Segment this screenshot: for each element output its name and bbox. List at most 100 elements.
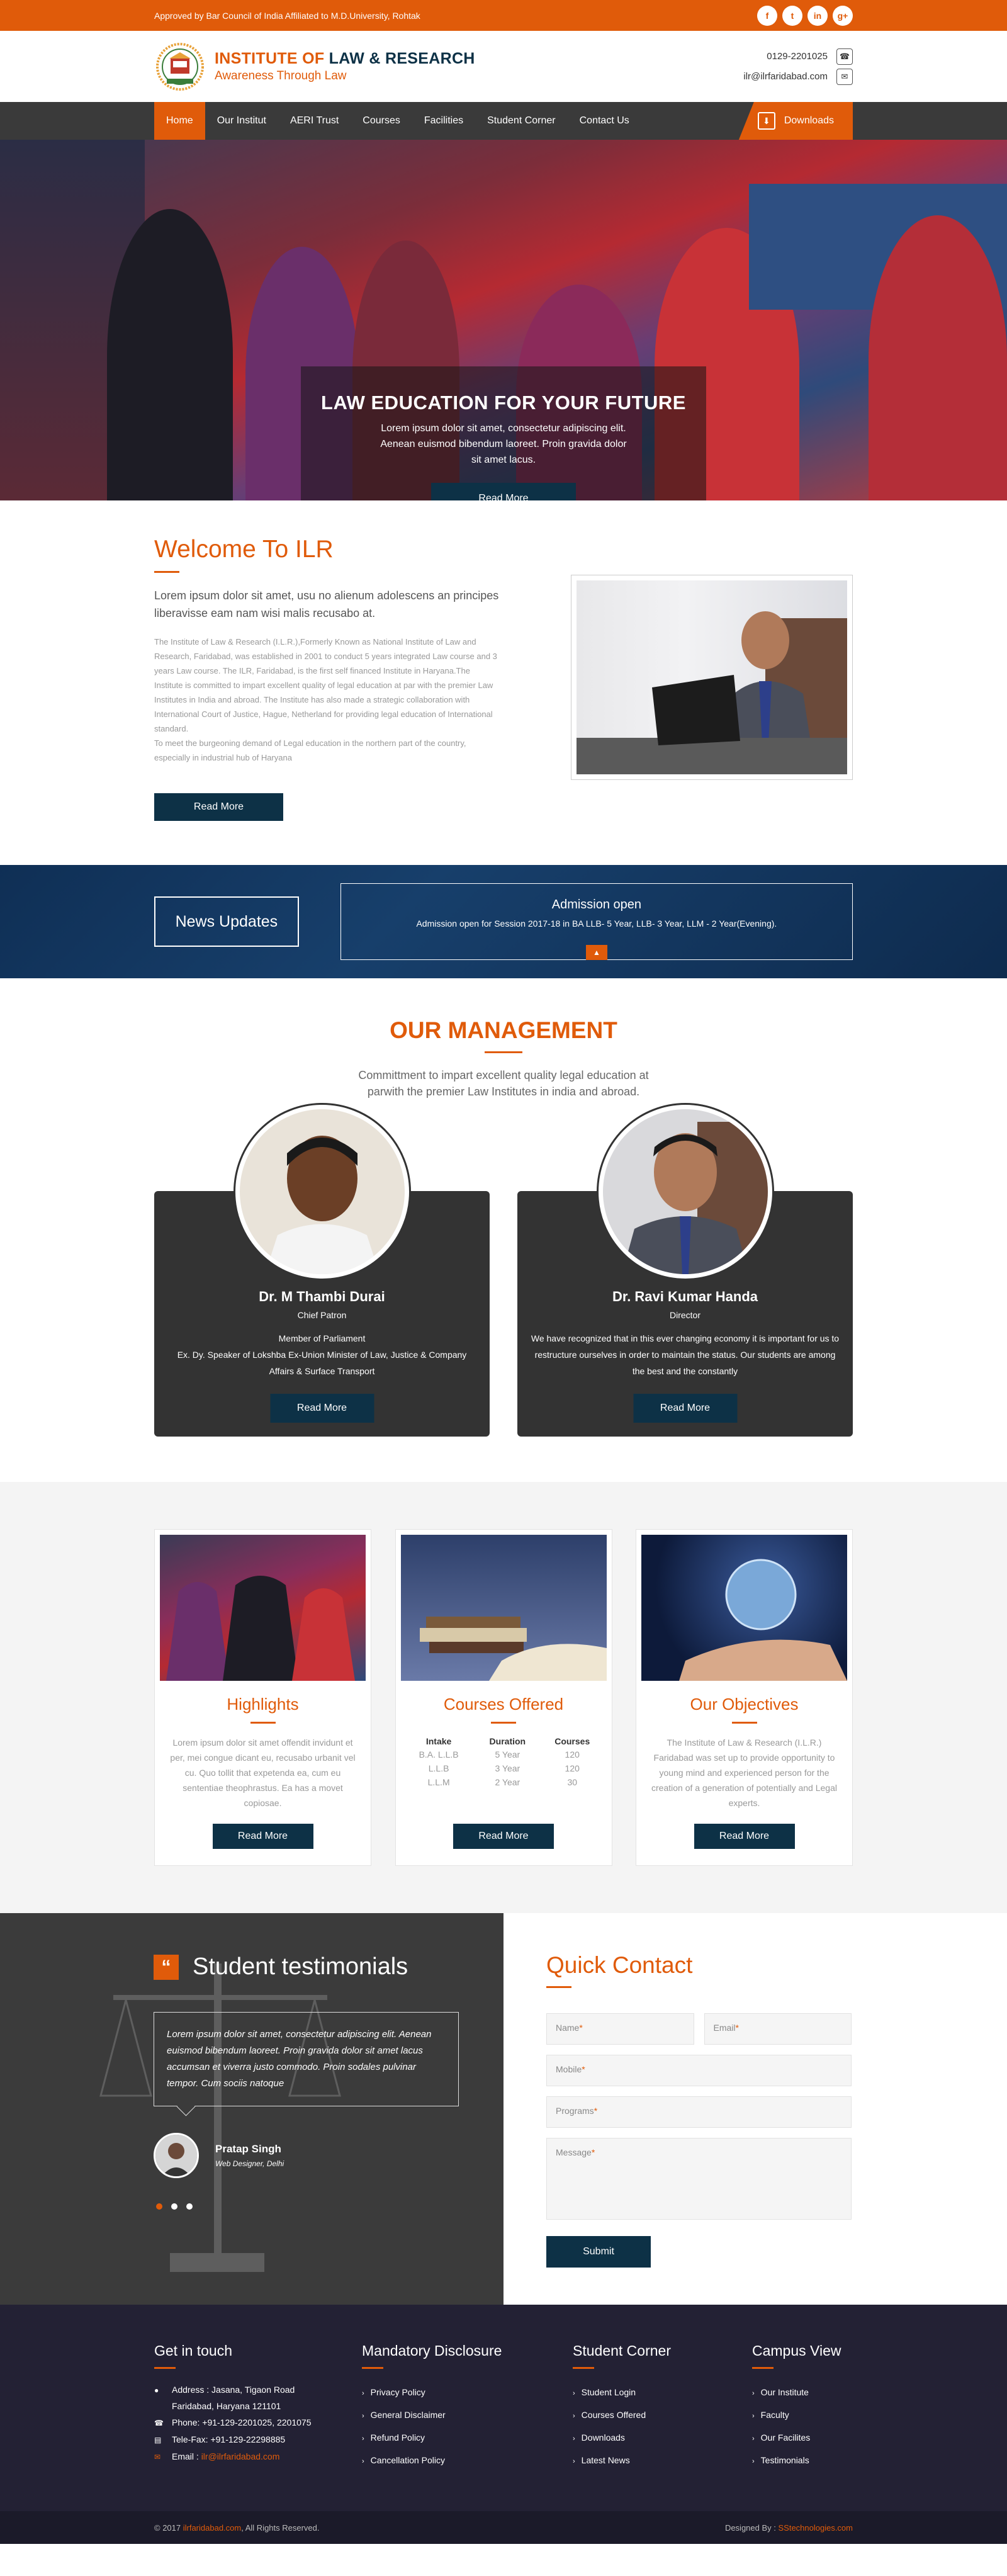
carousel-dot[interactable]	[156, 2203, 162, 2210]
chevron-right-icon: ›	[362, 2435, 364, 2443]
footer-get-in-touch: Get in touch ● Address : Jasana, Tigaon R…	[154, 2342, 362, 2472]
nav-aeri-trust[interactable]: AERI Trust	[278, 102, 351, 140]
footer-link[interactable]: › Our Institute	[752, 2381, 853, 2404]
carousel-dot[interactable]	[171, 2203, 177, 2210]
table-row: L.L.M 2 Year 30	[403, 1775, 604, 1789]
footer-link[interactable]: › Privacy Policy	[362, 2381, 573, 2404]
portrait-illustration	[264, 1136, 380, 1274]
footer-link[interactable]: › Cancellation Policy	[362, 2449, 573, 2472]
site-footer: Get in touch ● Address : Jasana, Tigaon R…	[0, 2305, 1007, 2511]
phone-icon: ☎	[836, 48, 853, 65]
hero-banner: LAW EDUCATION FOR YOUR FUTURE Lorem ipsu…	[0, 140, 1007, 500]
hero-figure	[869, 215, 1007, 500]
main-nav: Home Our Institut AERI Trust Courses Fac…	[0, 102, 1007, 140]
footer-link[interactable]: › Testimonials	[752, 2449, 853, 2472]
footer-heading: Get in touch	[154, 2342, 233, 2359]
title-underline	[154, 571, 179, 573]
welcome-read-more-button[interactable]: Read More	[154, 793, 283, 821]
footer-link[interactable]: › General Disclaimer	[362, 2404, 573, 2427]
chevron-right-icon: ›	[752, 2412, 755, 2420]
mobile-field[interactable]: Mobile*	[546, 2055, 852, 2086]
testimonials-panel: “ Student testimonials Lorem ipsum dolor…	[0, 1913, 504, 2305]
feature-text: The Institute of Law & Research (I.L.R.)…	[651, 1737, 837, 1808]
name-field[interactable]: Name*	[546, 2013, 694, 2045]
table-row: B.A. L.L.B 5 Year 120	[403, 1748, 604, 1761]
designer-credit: Designed By : SStechnologies.com	[724, 2522, 853, 2533]
footer-link[interactable]: › Latest News	[573, 2449, 752, 2472]
footer-mandatory-disclosure: Mandatory Disclosure › Privacy Policy › Ge…	[362, 2342, 573, 2472]
footer-link[interactable]: › Our Facilites	[752, 2427, 853, 2449]
avatar	[233, 1103, 411, 1280]
feature-title: Our Objectives	[690, 1695, 799, 1714]
avatar	[596, 1103, 774, 1280]
title-underline	[491, 1722, 516, 1724]
header-phone[interactable]: 0129-2201025	[767, 51, 828, 62]
chevron-right-icon: ›	[573, 2435, 575, 2443]
downloads-button[interactable]: ⬇ Downloads	[738, 102, 853, 140]
chevron-right-icon: ›	[573, 2390, 575, 2397]
books-illustration	[419, 1617, 607, 1681]
footer-email[interactable]: ✉ Email : ilr@ilrfaridabad.com	[154, 2448, 362, 2465]
message-field[interactable]: Message*	[546, 2138, 852, 2220]
management-title: OUR MANAGEMENT	[390, 1017, 617, 1043]
read-more-button[interactable]: Read More	[270, 1394, 374, 1423]
title-underline	[250, 1722, 276, 1724]
submit-button[interactable]: Submit	[546, 2236, 651, 2268]
brand[interactable]: INSTITUTE OF LAW & RESEARCH Awareness Th…	[154, 42, 475, 91]
title-underline	[573, 2367, 594, 2369]
read-more-button[interactable]: Read More	[212, 1824, 313, 1849]
footer-link[interactable]: › Courses Offered	[573, 2404, 752, 2427]
nav-student-corner[interactable]: Student Corner	[475, 102, 568, 140]
table-cell: 120	[565, 1749, 580, 1760]
management-section: OUR MANAGEMENT Committment to impart exc…	[0, 978, 1007, 1482]
person-avatar-illustration	[155, 2135, 197, 2176]
hero-read-more-button[interactable]: Read More	[431, 483, 576, 500]
nav-home[interactable]: Home	[154, 102, 205, 140]
person-role: Director	[669, 1310, 700, 1320]
linkedin-icon[interactable]: in	[807, 5, 828, 26]
email-field[interactable]: Email*	[704, 2013, 852, 2045]
programs-field[interactable]: Programs*	[546, 2096, 852, 2128]
feature-card-objectives: Our Objectives The Institute of Law & Re…	[636, 1529, 853, 1866]
nav-our-institut[interactable]: Our Institut	[205, 102, 278, 140]
approval-text: Approved by Bar Council of India Affilia…	[154, 10, 420, 21]
designer-link[interactable]: SStechnologies.com	[778, 2523, 853, 2533]
brand-tagline: Awareness Through Law	[215, 69, 347, 82]
facebook-icon[interactable]: f	[757, 5, 777, 26]
footer-link[interactable]: › Downloads	[573, 2427, 752, 2449]
nav-contact-us[interactable]: Contact Us	[568, 102, 641, 140]
director-illustration	[577, 611, 847, 774]
news-updates-label: News Updates	[154, 896, 299, 947]
news-title[interactable]: Admission open	[341, 898, 852, 912]
site-link[interactable]: ilrfaridabad.com	[183, 2523, 242, 2533]
director-photo	[571, 575, 853, 780]
footer-link[interactable]: › Refund Policy	[362, 2427, 573, 2449]
person-name: Dr. M Thambi Durai	[259, 1289, 385, 1304]
footer-link[interactable]: › Faculty	[752, 2404, 853, 2427]
header-email[interactable]: ilr@ilrfaridabad.com	[743, 71, 828, 82]
google-plus-icon[interactable]: g+	[833, 5, 853, 26]
welcome-title: Welcome To ILR	[154, 536, 334, 563]
table-header: Intake	[425, 1736, 452, 1746]
testimonials-contact-section: “ Student testimonials Lorem ipsum dolor…	[0, 1913, 1007, 2305]
hero-figure	[107, 209, 233, 500]
nav-courses[interactable]: Courses	[351, 102, 412, 140]
read-more-button[interactable]: Read More	[453, 1824, 554, 1849]
phone-icon: ☎	[154, 2419, 164, 2427]
testimonial-quote: Lorem ipsum dolor sit amet, consectetur …	[154, 2012, 459, 2106]
read-more-button[interactable]: Read More	[694, 1824, 795, 1849]
portrait-illustration	[621, 1122, 768, 1274]
chevron-up-icon[interactable]: ▲	[585, 945, 607, 960]
management-subtitle: Committment to impart excellent quality …	[358, 1069, 649, 1098]
carousel-dot[interactable]	[186, 2203, 193, 2210]
nav-facilities[interactable]: Facilities	[412, 102, 475, 140]
read-more-button[interactable]: Read More	[633, 1394, 737, 1423]
twitter-icon[interactable]: t	[782, 5, 802, 26]
testimonial-role: Web Designer, Delhi	[215, 2159, 284, 2168]
hero-text: Lorem ipsum dolor sit amet, consectetur …	[380, 423, 627, 465]
printer-icon: ▤	[154, 2436, 162, 2444]
footer-heading: Mandatory Disclosure	[362, 2342, 502, 2359]
footer-link[interactable]: › Student Login	[573, 2381, 752, 2404]
pdf-icon: ⬇	[757, 112, 775, 130]
carousel-dots	[156, 2203, 504, 2210]
